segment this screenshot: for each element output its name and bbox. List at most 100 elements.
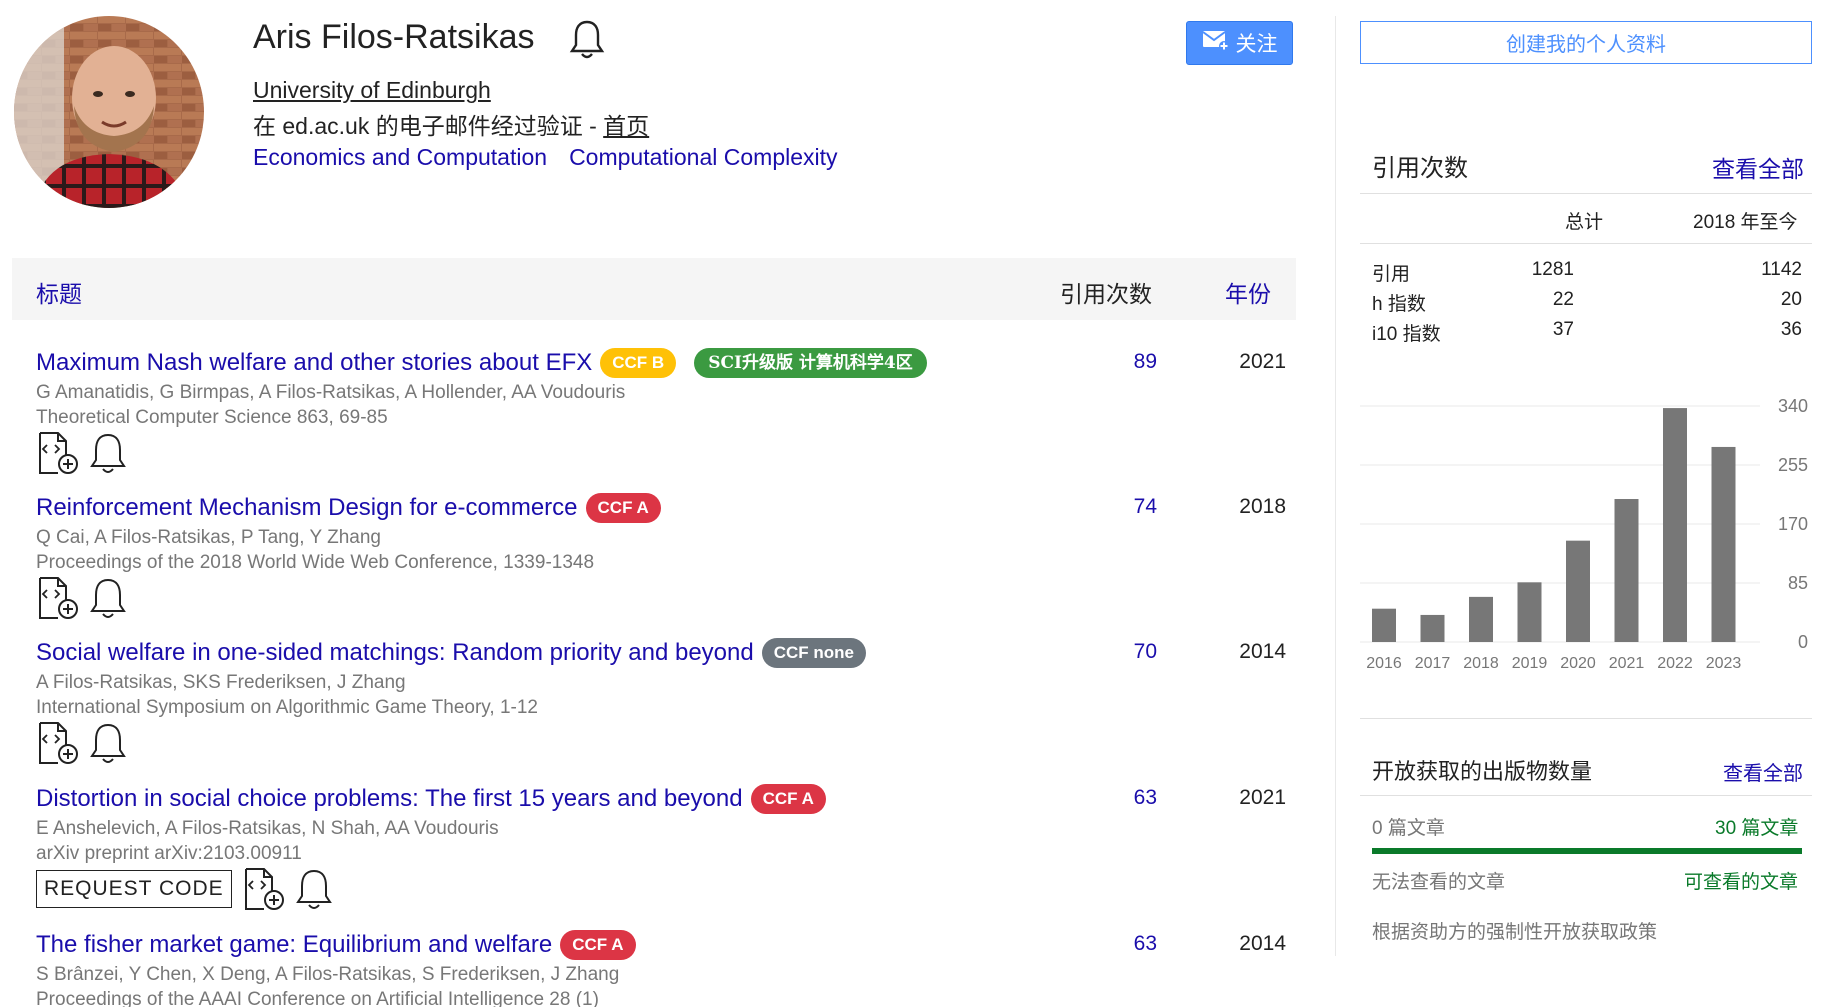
chart-x-tick-label: 2020 <box>1560 655 1596 672</box>
publication-row: Social welfare in one-sided matchings: R… <box>36 636 1296 766</box>
publication-row: The fisher market game: Equilibrium and … <box>36 928 1296 1007</box>
column-divider <box>1335 16 1336 956</box>
publication-row: Distortion in social choice problems: Th… <box>36 782 1296 912</box>
chart-x-tick-label: 2018 <box>1463 655 1499 672</box>
publication-year: 2021 <box>1239 786 1286 809</box>
stat-row-h-index: h 指数 22 20 <box>1372 289 1802 317</box>
publication-year: 2014 <box>1239 640 1286 663</box>
column-header-since: 2018 年至今 <box>1693 212 1798 233</box>
chart-x-tick-label: 2016 <box>1366 655 1402 672</box>
publication-title-link[interactable]: Maximum Nash welfare and other stories a… <box>36 349 592 377</box>
stat-row-i10-index: i10 指数 37 36 <box>1372 319 1802 347</box>
chart-bar[interactable] <box>1711 446 1736 642</box>
stat-label[interactable]: h 指数 <box>1372 289 1426 316</box>
citation-count-link[interactable]: 74 <box>1134 495 1157 519</box>
alert-bell-icon[interactable] <box>86 721 130 765</box>
citations-view-all-link[interactable]: 查看全部 <box>1712 150 1804 184</box>
citation-count-link[interactable]: 70 <box>1134 640 1157 664</box>
chart-y-tick-label: 255 <box>1778 455 1808 475</box>
unavailable-label: 无法查看的文章 <box>1372 872 1506 893</box>
chart-y-tick-label: 340 <box>1778 396 1808 416</box>
chart-bar[interactable] <box>1517 582 1542 642</box>
divider-line <box>1360 795 1812 796</box>
citation-count-link[interactable]: 89 <box>1134 350 1157 374</box>
create-profile-button[interactable]: 创建我的个人资料 <box>1360 21 1812 64</box>
publication-authors: S Brânzei, Y Chen, X Deng, A Filos-Ratsi… <box>36 964 620 985</box>
divider-line <box>1360 718 1812 719</box>
request-code-button[interactable]: REQUEST CODE <box>36 870 232 908</box>
interest-link[interactable]: Computational Complexity <box>569 144 837 170</box>
publication-title-link[interactable]: The fisher market game: Equilibrium and … <box>36 931 552 959</box>
code-add-icon[interactable] <box>36 576 80 620</box>
available-count: 30 篇文章 <box>1715 818 1799 839</box>
open-access-title: 开放获取的出版物数量 <box>1372 759 1593 784</box>
publication-title-link[interactable]: Social welfare in one-sided matchings: R… <box>36 639 754 667</box>
follow-button[interactable]: 关注 <box>1186 21 1293 65</box>
chart-bar[interactable] <box>1566 540 1590 642</box>
chart-y-tick-label: 85 <box>1788 573 1808 593</box>
citations-bar-chart: 0 85 170 255 340 2016 2017 2018 2019 2020 2021 2022… <box>1360 396 1808 672</box>
cites-column-header: 引用次数 <box>1060 281 1152 307</box>
stat-total: 22 <box>1552 289 1574 310</box>
stat-since: 36 <box>1780 319 1802 340</box>
ccf-badge: CCF none <box>761 638 867 668</box>
ccf-badge: CCF A <box>750 784 826 814</box>
mail-plus-icon <box>1201 28 1230 58</box>
publication-row: Reinforcement Mechanism Design for e-com… <box>36 491 1296 621</box>
chart-bar[interactable] <box>1614 499 1639 642</box>
citation-count-link[interactable]: 63 <box>1134 786 1157 810</box>
publication-authors: Q Cai, A Filos-Ratsikas, P Tang, Y Zhang <box>36 527 381 548</box>
open-access-view-all-link[interactable]: 查看全部 <box>1723 757 1803 786</box>
follow-label: 关注 <box>1235 33 1278 56</box>
chart-x-tick-label: 2023 <box>1706 655 1742 672</box>
stat-label[interactable]: i10 指数 <box>1372 319 1441 346</box>
alert-bell-icon[interactable] <box>292 867 336 911</box>
profile-name: Aris Filos-Ratsikas <box>253 18 535 56</box>
chart-bar[interactable] <box>1663 408 1687 642</box>
open-access-progress-bar <box>1372 848 1802 854</box>
research-interests: Economics and Computation Computational C… <box>253 144 860 171</box>
sort-by-title[interactable]: 标题 <box>36 275 82 309</box>
publication-venue: Theoretical Computer Science 863, 69-85 <box>36 407 388 428</box>
sort-by-year[interactable]: 年份 <box>1225 275 1271 309</box>
publication-title-link[interactable]: Reinforcement Mechanism Design for e-com… <box>36 494 578 522</box>
chart-bar[interactable] <box>1469 596 1493 642</box>
stat-since: 1142 <box>1761 259 1802 280</box>
citation-count-link[interactable]: 63 <box>1134 932 1157 956</box>
publication-authors: G Amanatidis, G Birmpas, A Filos-Ratsika… <box>36 382 626 403</box>
publication-year: 2018 <box>1239 495 1286 518</box>
alert-bell-icon[interactable] <box>86 576 130 620</box>
divider-line <box>1360 193 1812 194</box>
publication-row: Maximum Nash welfare and other stories a… <box>36 346 1296 476</box>
stat-row-citations: 引用 1281 1142 <box>1372 259 1802 287</box>
publication-venue: Proceedings of the AAAI Conference on Ar… <box>36 989 599 1007</box>
chart-x-tick-label: 2019 <box>1512 655 1548 672</box>
chart-bar[interactable] <box>1372 608 1396 642</box>
alert-bell-icon[interactable] <box>86 431 130 475</box>
chart-x-tick-label: 2022 <box>1657 655 1693 672</box>
verified-email-line: 在 ed.ac.uk 的电子邮件经过验证 - 首页 <box>253 107 649 141</box>
chart-y-tick-label: 0 <box>1798 632 1808 652</box>
ccf-badge: CCF A <box>585 493 661 523</box>
publication-venue: Proceedings of the 2018 World Wide Web C… <box>36 552 595 573</box>
ccf-badge: CCF B <box>600 348 677 378</box>
publication-authors: E Anshelevich, A Filos-Ratsikas, N Shah,… <box>36 818 499 839</box>
code-add-icon[interactable] <box>36 431 80 475</box>
code-add-icon[interactable] <box>36 721 80 765</box>
mandate-policy-text: 根据资助方的强制性开放获取政策 <box>1372 922 1658 943</box>
chart-bar[interactable] <box>1420 614 1445 642</box>
homepage-link[interactable]: 首页 <box>603 113 649 139</box>
divider-line <box>1360 243 1812 244</box>
follow-bell-icon[interactable] <box>568 18 606 60</box>
column-header-total: 总计 <box>1565 212 1604 233</box>
code-add-icon[interactable] <box>242 867 286 911</box>
interest-link[interactable]: Economics and Computation <box>253 144 547 170</box>
stat-label[interactable]: 引用 <box>1372 259 1410 286</box>
available-label: 可查看的文章 <box>1684 872 1799 893</box>
publications-header: 标题 引用次数 年份 <box>12 258 1296 320</box>
publication-title-link[interactable]: Distortion in social choice problems: Th… <box>36 785 743 813</box>
profile-avatar <box>14 16 204 208</box>
publication-authors: A Filos-Ratsikas, SKS Frederiksen, J Zha… <box>36 672 406 693</box>
stat-total: 37 <box>1552 319 1574 340</box>
affiliation-link[interactable]: University of Edinburgh <box>253 77 491 104</box>
